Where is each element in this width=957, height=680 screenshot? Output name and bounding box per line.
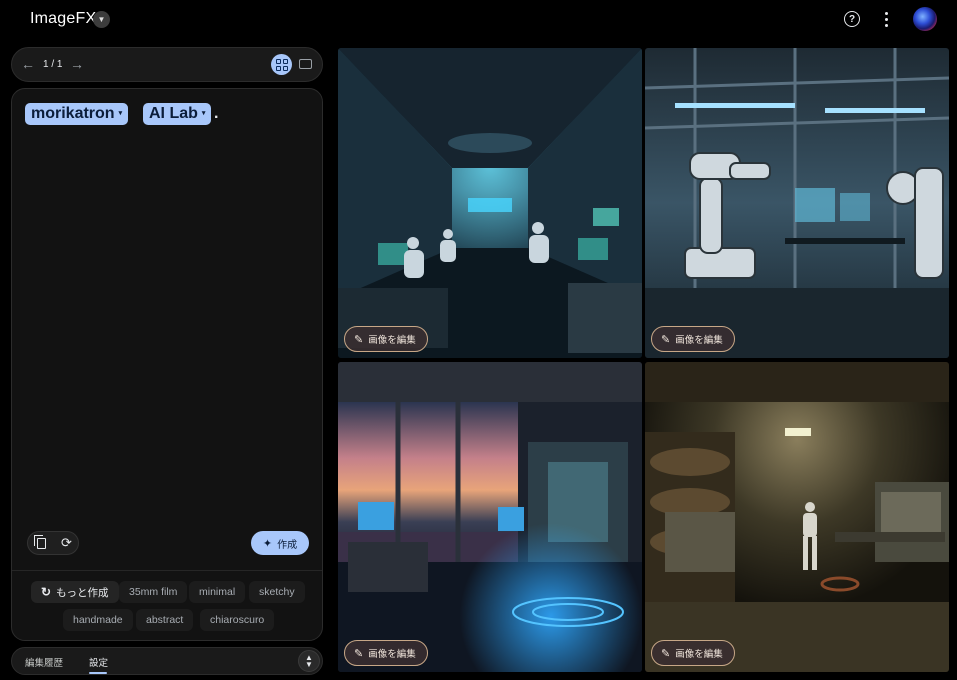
pencil-icon: ✎	[354, 647, 364, 660]
avatar[interactable]	[913, 7, 937, 31]
pager-bar: ← 1 / 1 →	[11, 47, 323, 82]
refresh-icon: ↻	[41, 585, 52, 599]
chip-label: morikatron	[31, 105, 115, 122]
sparkle-icon: ✦	[262, 537, 273, 550]
app-header: ImageFX ▼ ?	[0, 0, 957, 40]
active-tab-indicator	[89, 672, 107, 674]
edit-image-button[interactable]: ✎ 画像を編集	[344, 326, 428, 352]
chip-label: AI Lab	[149, 105, 198, 122]
edit-label: 画像を編集	[675, 335, 723, 346]
suggestion-35mm-film[interactable]: 35mm film	[119, 581, 188, 603]
more-create-label: もっと作成	[56, 586, 109, 599]
create-button[interactable]: ✦ 作成	[251, 531, 309, 555]
generated-image-3[interactable]: ✎ 画像を編集	[338, 362, 642, 672]
generated-image-4[interactable]: ✎ 画像を編集	[645, 362, 949, 672]
edit-label: 画像を編集	[675, 649, 723, 660]
chevron-down-icon: ▼	[305, 660, 313, 669]
bottom-tab-bar: 編集履歴 設定 ▲ ▼	[11, 647, 323, 675]
edit-image-button[interactable]: ✎ 画像を編集	[344, 640, 428, 666]
edit-label: 画像を編集	[368, 649, 416, 660]
pencil-icon: ✎	[354, 333, 364, 346]
generated-image-1[interactable]: ✎ 画像を編集	[338, 48, 642, 358]
help-circle-icon[interactable]: ?	[844, 11, 860, 27]
edit-image-button[interactable]: ✎ 画像を編集	[651, 326, 735, 352]
reset-icon[interactable]: ⟳	[61, 535, 72, 551]
prompt-trailing-text: .	[214, 105, 219, 122]
prompt-panel: morikatron ▾ AI Lab ▾ . ⟳ ✦ 作成 ↻ もっと作成 3…	[11, 88, 323, 641]
expand-toggle-button[interactable]: ▲ ▼	[298, 650, 320, 672]
image-basement-robot	[645, 362, 949, 672]
chevron-down-icon: ▾	[201, 110, 206, 117]
image-robot-arms	[645, 48, 949, 358]
more-create-button[interactable]: ↻ もっと作成	[31, 581, 119, 603]
prompt-actions: ⟳	[27, 531, 79, 555]
chevron-down-icon: ▾	[118, 110, 123, 117]
copy-icon[interactable]	[34, 535, 46, 549]
edit-image-button[interactable]: ✎ 画像を編集	[651, 640, 735, 666]
tab-edit-history[interactable]: 編集履歴	[25, 655, 63, 669]
suggestion-minimal[interactable]: minimal	[189, 581, 246, 603]
pencil-icon: ✎	[661, 647, 671, 660]
suggestion-abstract[interactable]: abstract	[136, 609, 194, 631]
suggestion-handmade[interactable]: handmade	[63, 609, 133, 631]
more-vert-icon[interactable]	[880, 10, 892, 28]
create-label: 作成	[277, 539, 298, 551]
image-city-lab	[338, 362, 642, 672]
arrow-left-icon[interactable]: ←	[21, 56, 35, 72]
pencil-icon: ✎	[661, 333, 671, 346]
suggestion-sketchy[interactable]: sketchy	[249, 581, 305, 603]
chevron-down-icon[interactable]: ▼	[93, 11, 110, 28]
prompt-chip-ai-lab[interactable]: AI Lab ▾	[143, 103, 212, 125]
app-title: ImageFX	[30, 10, 97, 27]
arrow-right-icon[interactable]: →	[70, 56, 84, 72]
tab-settings[interactable]: 設定	[89, 655, 108, 669]
generated-image-2[interactable]: ✎ 画像を編集	[645, 48, 949, 358]
single-view-icon[interactable]	[299, 59, 312, 69]
prompt-chip-morikatron[interactable]: morikatron ▾	[25, 103, 129, 125]
page-count: 1 / 1	[43, 59, 63, 70]
image-lab-scientists	[338, 48, 642, 358]
suggestion-chiaroscuro[interactable]: chiaroscuro	[200, 609, 275, 631]
divider	[12, 570, 322, 571]
grid-view-icon[interactable]	[271, 54, 292, 75]
edit-label: 画像を編集	[368, 335, 416, 346]
